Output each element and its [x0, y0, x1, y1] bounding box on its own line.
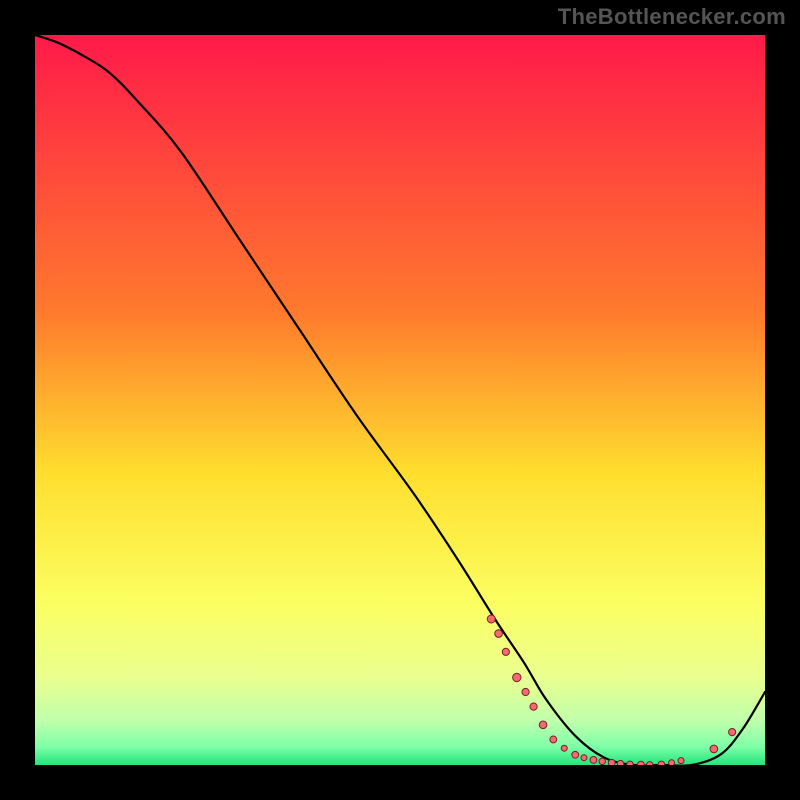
gradient-background — [35, 35, 765, 765]
watermark-label: TheBottlenecker.com — [558, 4, 786, 30]
data-marker — [581, 755, 587, 761]
data-marker — [669, 760, 675, 765]
data-marker — [539, 721, 547, 729]
data-marker — [710, 745, 718, 753]
data-marker — [617, 760, 623, 765]
data-marker — [678, 758, 684, 764]
data-marker — [729, 729, 736, 736]
data-marker — [647, 762, 653, 765]
chart-stage: TheBottlenecker.com — [0, 0, 800, 800]
data-marker — [513, 673, 521, 681]
data-marker — [658, 761, 664, 765]
data-marker — [561, 745, 567, 751]
data-marker — [590, 756, 597, 763]
data-marker — [638, 761, 645, 765]
data-marker — [550, 736, 557, 743]
data-marker — [627, 761, 633, 765]
data-marker — [495, 630, 503, 638]
data-marker — [487, 615, 495, 623]
bottleneck-chart — [35, 35, 765, 765]
data-marker — [502, 648, 509, 655]
data-marker — [530, 703, 537, 710]
data-marker — [572, 751, 579, 758]
chart-plot-area — [35, 35, 765, 765]
data-marker — [599, 758, 605, 764]
data-marker — [608, 759, 615, 765]
data-marker — [522, 688, 529, 695]
